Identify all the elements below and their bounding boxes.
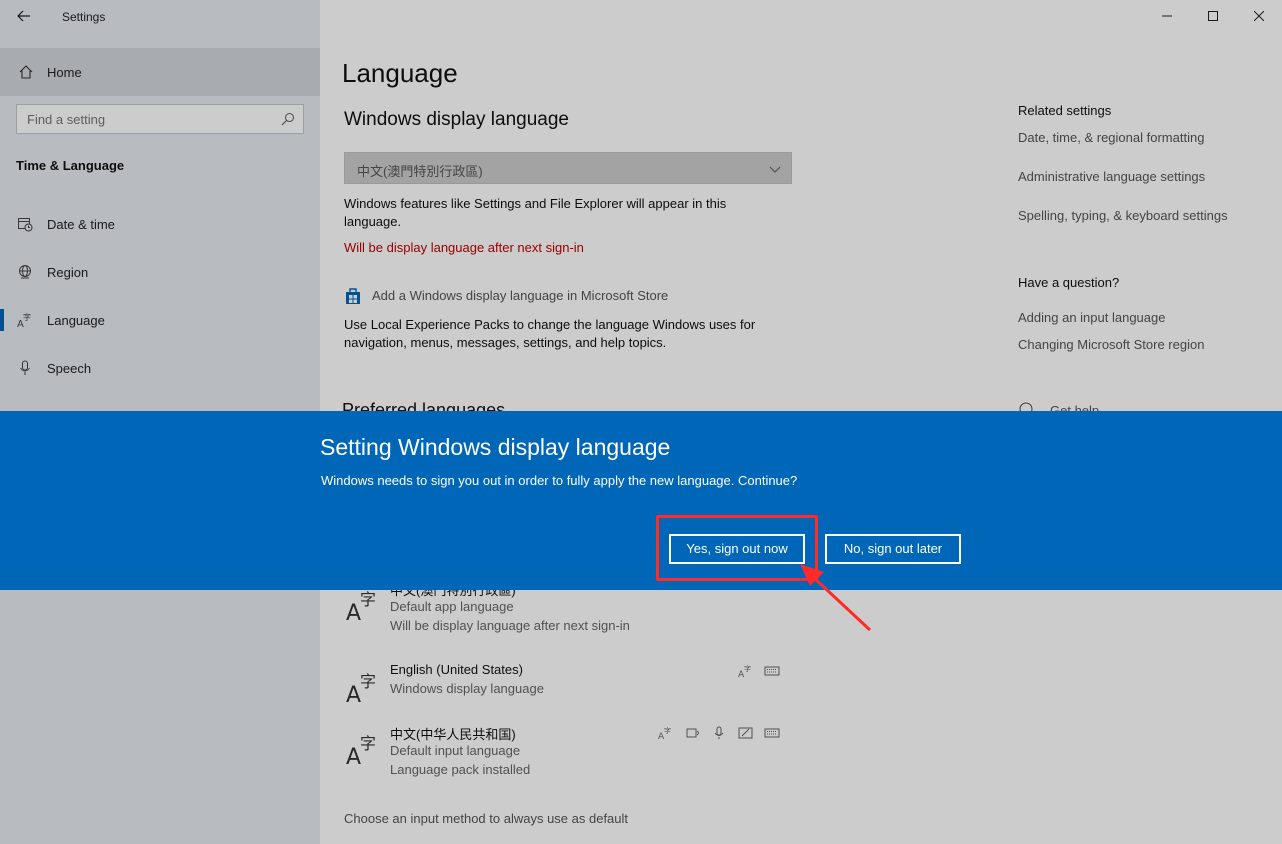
sign-out-dialog: Setting Windows display language Windows…: [0, 411, 1282, 590]
dialog-message: Windows needs to sign you out in order t…: [321, 473, 798, 488]
dialog-title: Setting Windows display language: [320, 434, 671, 460]
annotation-arrow-icon: [800, 564, 872, 632]
